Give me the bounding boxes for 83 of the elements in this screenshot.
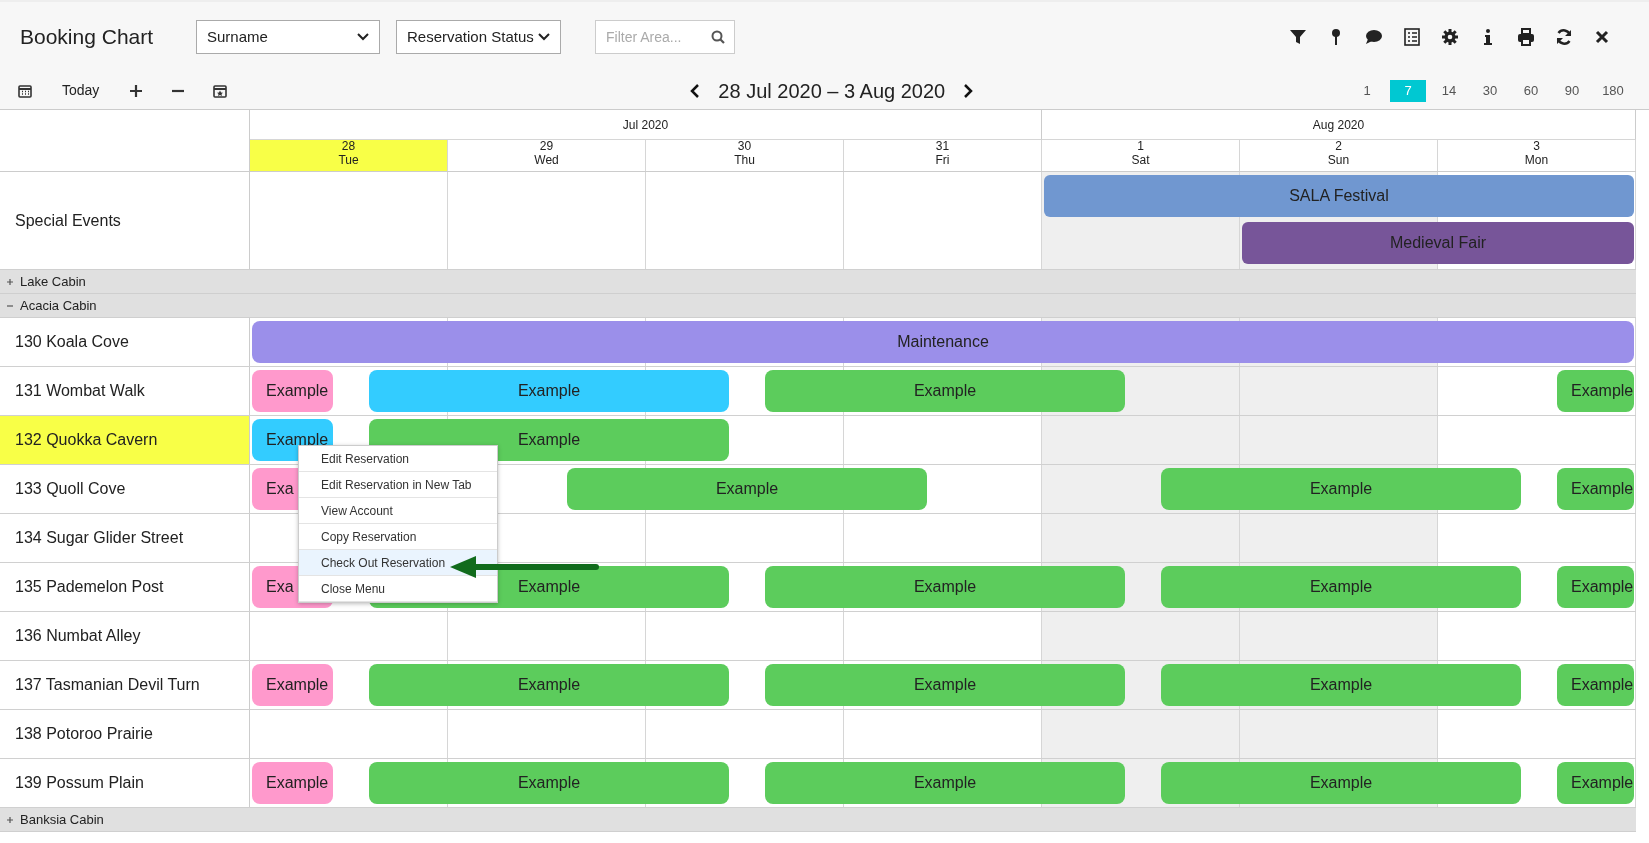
- dropdown-select[interactable]: Surname: [196, 20, 380, 54]
- span-button[interactable]: 14: [1431, 79, 1467, 102]
- booking-bar[interactable]: Example: [765, 762, 1125, 804]
- booking-bar[interactable]: Example: [369, 762, 729, 804]
- day-number: 2: [1334, 140, 1343, 154]
- group-label[interactable]: Banksia Cabin: [20, 809, 104, 830]
- dropdown-select[interactable]: Reservation Status: [396, 20, 561, 54]
- menu-item[interactable]: View Account: [299, 498, 497, 524]
- group-label[interactable]: Acacia Cabin: [20, 295, 97, 316]
- booking-bar[interactable]: Example: [765, 664, 1125, 706]
- room-label[interactable]: 136 Numbat Alley: [0, 612, 250, 660]
- checklist-icon[interactable]: [1403, 28, 1421, 46]
- room-label[interactable]: 135 Pademelon Post: [0, 563, 250, 611]
- day-number: 28: [340, 140, 357, 154]
- booking-bar[interactable]: Example: [1161, 566, 1521, 608]
- weekday-label: Thu: [733, 153, 756, 168]
- print-icon[interactable]: [1517, 28, 1535, 46]
- close-icon[interactable]: [1593, 28, 1611, 46]
- day-number: 29: [538, 140, 555, 154]
- booking-bar[interactable]: Example: [1557, 370, 1634, 412]
- booking-bar[interactable]: Example: [369, 370, 729, 412]
- chat-icon[interactable]: [1365, 28, 1383, 46]
- room-label[interactable]: 138 Potoroo Prairie: [0, 710, 250, 758]
- booking-bar[interactable]: Example: [1557, 468, 1634, 510]
- event-bar[interactable]: SALA Festival: [1044, 175, 1634, 217]
- weekday-label: Tue: [337, 153, 360, 168]
- weekday-label: Fri: [934, 153, 951, 168]
- menu-item[interactable]: Copy Reservation: [299, 524, 497, 550]
- booking-bar[interactable]: Example: [252, 664, 333, 706]
- chevron-down-icon: [538, 33, 550, 41]
- menu-item[interactable]: Edit Reservation: [299, 446, 497, 472]
- page-title: Booking Chart: [20, 24, 155, 51]
- weekday-label: Sat: [1130, 153, 1151, 168]
- filter-icon[interactable]: [1289, 28, 1307, 46]
- day-number: 3: [1532, 140, 1541, 154]
- room-label[interactable]: 139 Possum Plain: [0, 759, 250, 807]
- room-label[interactable]: 131 Wombat Walk: [0, 367, 250, 415]
- menu-item[interactable]: Check Out Reservation: [299, 550, 497, 576]
- calendar-icon[interactable]: [18, 83, 32, 98]
- room-label[interactable]: 132 Quokka Cavern: [0, 416, 250, 464]
- span-button[interactable]: 1: [1349, 79, 1385, 102]
- booking-bar[interactable]: Example: [252, 762, 333, 804]
- span-button[interactable]: 90: [1554, 79, 1590, 102]
- booking-bar[interactable]: Example: [567, 468, 927, 510]
- today-button[interactable]: Today: [54, 76, 108, 105]
- row-label: Special Events: [0, 172, 250, 269]
- filter-field[interactable]: Filter Area...: [595, 20, 735, 54]
- refresh-icon[interactable]: [1555, 28, 1573, 46]
- month-header: Aug 2020: [1042, 110, 1636, 140]
- booking-bar[interactable]: Maintenance: [252, 321, 1634, 363]
- day-number: 30: [736, 140, 753, 154]
- booking-bar[interactable]: Example: [1161, 762, 1521, 804]
- booking-bar[interactable]: Example: [1161, 664, 1521, 706]
- previous-icon[interactable]: [690, 82, 701, 99]
- menu-item[interactable]: Close Menu: [299, 576, 497, 602]
- group-label[interactable]: Lake Cabin: [20, 271, 86, 292]
- date-range: 28 Jul 2020 – 3 Aug 2020: [718, 78, 946, 104]
- day-number: 31: [934, 140, 951, 154]
- weekday-label: Wed: [533, 153, 560, 168]
- span-button[interactable]: 180: [1595, 79, 1631, 102]
- booking-bar[interactable]: Example: [1557, 566, 1634, 608]
- booking-bar[interactable]: Example: [1557, 762, 1634, 804]
- room-label[interactable]: 133 Quoll Cove: [0, 465, 250, 513]
- weekday-label: Mon: [1523, 153, 1550, 168]
- room-label[interactable]: 134 Sugar Glider Street: [0, 514, 250, 562]
- booking-bar[interactable]: Example: [1161, 468, 1521, 510]
- menu-item[interactable]: Edit Reservation in New Tab: [299, 472, 497, 498]
- chevron-down-icon: [357, 33, 369, 41]
- weekday-label: Sun: [1326, 153, 1351, 168]
- span-button[interactable]: 30: [1472, 79, 1508, 102]
- next-icon[interactable]: [963, 82, 974, 99]
- room-label[interactable]: 130 Koala Cove: [0, 318, 250, 366]
- settings-icon[interactable]: [1441, 28, 1459, 46]
- booking-bar[interactable]: Example: [252, 370, 333, 412]
- plus-icon[interactable]: [129, 83, 144, 98]
- booking-bar[interactable]: Example: [1557, 664, 1634, 706]
- booking-bar[interactable]: Example: [765, 370, 1125, 412]
- booking-bar[interactable]: Example: [369, 664, 729, 706]
- room-label[interactable]: 137 Tasmanian Devil Turn: [0, 661, 250, 709]
- booking-bar[interactable]: Example: [765, 566, 1125, 608]
- span-button[interactable]: 60: [1513, 79, 1549, 102]
- search-icon: [711, 30, 725, 44]
- day-number: 1: [1136, 140, 1145, 154]
